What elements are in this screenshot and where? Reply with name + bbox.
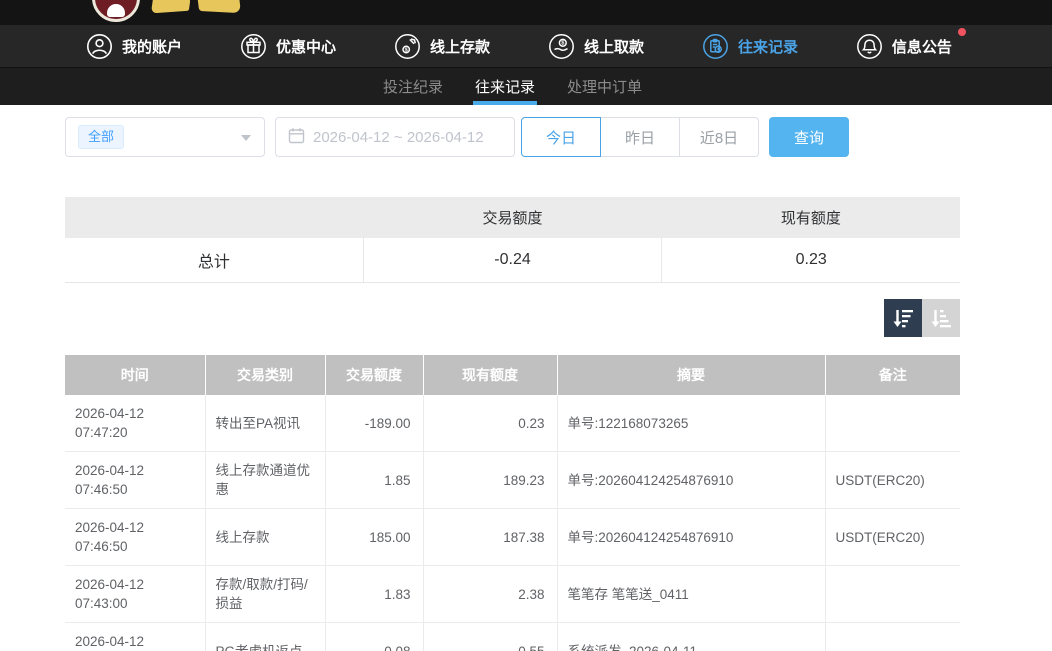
cell-current-amount: 2.38 — [423, 566, 557, 623]
cell-remark — [825, 566, 960, 623]
nav-label: 往来记录 — [738, 36, 798, 57]
sort-ascending-button[interactable] — [922, 299, 960, 337]
cell-current-amount: 0.55 — [423, 623, 557, 651]
cell-type: 线上存款通道优惠 — [205, 452, 325, 509]
cell-time: 2026-04-12 07:43:00 — [65, 566, 205, 623]
cell-time: 2026-04-12 07:47:20 — [65, 395, 205, 452]
cell-type: 转出至PA视讯 — [205, 395, 325, 452]
withdraw-icon: $ — [548, 33, 575, 60]
nav-label: 优惠中心 — [276, 36, 336, 57]
nav-item-online-withdraw[interactable]: $ 线上取款 — [548, 33, 644, 60]
nav-label: 线上存款 — [430, 36, 490, 57]
cell-transaction-amount: 0.08 — [325, 623, 423, 651]
col-header-time: 时间 — [65, 355, 205, 395]
nav-item-promotions[interactable]: 优惠中心 — [240, 33, 336, 60]
summary-transaction-total: -0.24 — [364, 238, 663, 282]
cell-remark — [825, 623, 960, 651]
cell-transaction-amount: 1.83 — [325, 566, 423, 623]
table-row[interactable]: 2026-04-12 07:46:50 线上存款通道优惠 1.85 189.23… — [65, 452, 960, 509]
date-range-input[interactable]: 2026-04-12 ~ 2026-04-12 — [275, 117, 515, 157]
table-row[interactable]: 2026-04-12 07:46:50 线上存款 185.00 187.38 单… — [65, 509, 960, 566]
records-icon — [702, 33, 729, 60]
table-row[interactable]: 2026-04-12 07:43:00 存款/取款/打码/损益 1.83 2.3… — [65, 566, 960, 623]
tab-pending-orders[interactable]: 处理中订单 — [565, 68, 644, 105]
type-select[interactable]: 全部 — [65, 117, 265, 157]
nav-item-transaction-records[interactable]: 往来记录 — [702, 33, 798, 60]
nav-label: 我的账户 — [122, 36, 182, 57]
filter-bar: 全部 2026-04-12 ~ 2026-04-12 今日 昨日 近8日 查询 — [65, 117, 960, 157]
sort-descending-button[interactable] — [884, 299, 922, 337]
nav-item-online-deposit[interactable]: $ 线上存款 — [394, 33, 490, 60]
search-button[interactable]: 查询 — [769, 117, 849, 157]
yesterday-button[interactable]: 昨日 — [600, 117, 680, 157]
tab-betting-records[interactable]: 投注纪录 — [381, 68, 445, 105]
cell-transaction-amount: 185.00 — [325, 509, 423, 566]
cell-time: 2026-04-12 02:00:32 — [65, 623, 205, 651]
summary-header-transaction: 交易额度 — [363, 197, 661, 238]
site-logo-text — [151, 0, 191, 13]
svg-text:$: $ — [561, 40, 564, 46]
col-header-transaction-amount: 交易额度 — [325, 355, 423, 395]
cell-summary: 单号:122168073265 — [557, 395, 825, 452]
transactions-body: 2026-04-12 07:47:20 转出至PA视讯 -189.00 0.23… — [65, 395, 960, 651]
bell-icon — [856, 33, 883, 60]
site-logo-text — [197, 0, 241, 13]
table-row[interactable]: 2026-04-12 02:00:32 PG老虎机返点 0.08 0.55 系统… — [65, 623, 960, 651]
top-strip — [0, 0, 1052, 25]
cell-type: PG老虎机返点 — [205, 623, 325, 651]
calendar-icon — [288, 127, 305, 148]
summary-header-current: 现有额度 — [662, 197, 960, 238]
summary-header-empty — [65, 197, 363, 238]
cell-current-amount: 189.23 — [423, 452, 557, 509]
cell-remark: USDT(ERC20) — [825, 509, 960, 566]
main-nav: 我的账户 优惠中心 $ 线上存款 $ — [0, 25, 1052, 68]
sort-ascending-icon — [929, 306, 953, 330]
tab-transaction-records[interactable]: 往来记录 — [473, 68, 537, 105]
cell-summary: 单号:202604124254876910 — [557, 509, 825, 566]
summary-current-total: 0.23 — [662, 238, 960, 282]
site-logo-icon[interactable] — [92, 0, 140, 22]
cell-summary: 系统派发_2026-04-11 — [557, 623, 825, 651]
cell-current-amount: 187.38 — [423, 509, 557, 566]
type-tag[interactable]: 全部 — [78, 125, 124, 149]
cell-remark: USDT(ERC20) — [825, 452, 960, 509]
sort-controls — [65, 299, 960, 337]
quick-range-group: 今日 昨日 近8日 — [521, 117, 759, 157]
col-header-remark: 备注 — [825, 355, 960, 395]
gift-icon — [240, 33, 267, 60]
col-header-current-amount: 现有额度 — [423, 355, 557, 395]
table-header-row: 时间 交易类别 交易额度 现有额度 摘要 备注 — [65, 355, 960, 395]
table-row[interactable]: 2026-04-12 07:47:20 转出至PA视讯 -189.00 0.23… — [65, 395, 960, 452]
cell-time: 2026-04-12 07:46:50 — [65, 452, 205, 509]
nav-label: 信息公告 — [892, 36, 952, 57]
cell-transaction-amount: 1.85 — [325, 452, 423, 509]
cell-time: 2026-04-12 07:46:50 — [65, 509, 205, 566]
today-button[interactable]: 今日 — [521, 117, 601, 157]
summary-total-label: 总计 — [65, 238, 364, 282]
cell-type: 存款/取款/打码/损益 — [205, 566, 325, 623]
cell-remark — [825, 395, 960, 452]
cell-transaction-amount: -189.00 — [325, 395, 423, 452]
svg-text:$: $ — [405, 47, 408, 53]
sub-nav: 投注纪录 往来记录 处理中订单 — [0, 68, 1052, 105]
nav-item-announcements[interactable]: 信息公告 — [856, 33, 952, 60]
user-icon — [86, 33, 113, 60]
last-8-days-button[interactable]: 近8日 — [679, 117, 759, 157]
cell-current-amount: 0.23 — [423, 395, 557, 452]
chevron-down-icon — [241, 135, 251, 141]
transactions-table: 时间 交易类别 交易额度 现有额度 摘要 备注 2026-04-12 07:47… — [65, 355, 960, 651]
col-header-summary: 摘要 — [557, 355, 825, 395]
deposit-icon: $ — [394, 33, 421, 60]
cell-summary: 笔笔存 笔笔送_0411 — [557, 566, 825, 623]
cell-type: 线上存款 — [205, 509, 325, 566]
sort-descending-icon — [891, 306, 915, 330]
summary-table: 交易额度 现有额度 总计 -0.24 0.23 — [65, 197, 960, 283]
nav-label: 线上取款 — [584, 36, 644, 57]
date-range-value: 2026-04-12 ~ 2026-04-12 — [313, 129, 484, 146]
cell-summary: 单号:202604124254876910 — [557, 452, 825, 509]
nav-item-my-account[interactable]: 我的账户 — [86, 33, 182, 60]
col-header-type: 交易类别 — [205, 355, 325, 395]
notification-dot — [958, 28, 966, 36]
